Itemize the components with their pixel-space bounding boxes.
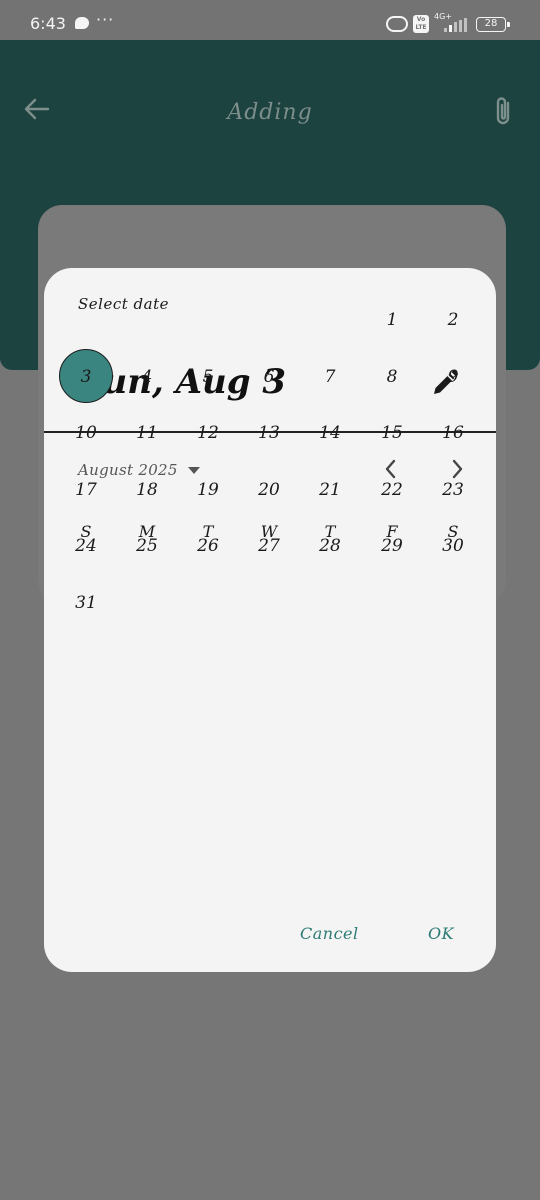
calendar-day-label: 24 xyxy=(75,536,97,556)
calendar-week-row: 3 4 5 6 7 8 9 xyxy=(56,349,484,403)
calendar-day[interactable]: 2 xyxy=(425,300,481,340)
calendar-day-label: 1 xyxy=(386,310,398,330)
calendar-day-label: 19 xyxy=(197,480,219,500)
attach-button[interactable] xyxy=(490,94,516,128)
calendar-day-label: 25 xyxy=(136,536,158,556)
calendar-day[interactable]: 29 xyxy=(364,526,420,566)
calendar-day-label: 9 xyxy=(447,367,459,387)
calendar-day[interactable]: 10 xyxy=(58,413,114,453)
more-notifications-icon: ··· xyxy=(96,10,115,29)
paperclip-icon xyxy=(496,97,510,125)
calendar-day[interactable]: 30 xyxy=(425,526,481,566)
calendar-day-label: 28 xyxy=(319,536,341,556)
calendar-day-label: 12 xyxy=(197,423,219,443)
calendar-day-label: 27 xyxy=(258,536,280,556)
calendar-day[interactable]: 16 xyxy=(425,413,481,453)
calendar-day-label: 26 xyxy=(197,536,219,556)
calendar-day-label: 16 xyxy=(442,423,464,443)
link-icon xyxy=(386,16,408,32)
calendar-day-label: 6 xyxy=(263,367,275,387)
calendar-day-label: 15 xyxy=(381,423,403,443)
calendar-day-label: 23 xyxy=(442,480,464,500)
calendar-day-label: 17 xyxy=(75,480,97,500)
calendar-day-label: 10 xyxy=(75,423,97,443)
volte-icon: Vo LTE xyxy=(413,15,429,33)
calendar-day-label: 29 xyxy=(381,536,403,556)
battery-icon: 28 xyxy=(476,17,510,32)
calendar-day-label: 22 xyxy=(381,480,403,500)
calendar-day[interactable]: 22 xyxy=(364,470,420,510)
calendar-day[interactable]: 4 xyxy=(119,357,175,397)
calendar-day[interactable]: 6 xyxy=(241,357,297,397)
calendar-week-row: 17 18 19 20 21 22 23 xyxy=(56,470,484,510)
calendar-week-row: 24 25 26 27 28 29 30 xyxy=(56,526,484,566)
calendar-day[interactable]: 25 xyxy=(119,526,175,566)
calendar-day[interactable]: 9 xyxy=(425,357,481,397)
calendar-day-label: 3 xyxy=(80,367,92,387)
calendar-day[interactable]: 12 xyxy=(180,413,236,453)
calendar-day[interactable]: 18 xyxy=(119,470,175,510)
ok-button[interactable]: OK xyxy=(428,924,454,943)
calendar-day-label: 21 xyxy=(319,480,341,500)
status-bar: 6:43 ··· Vo LTE 4G+ 28 xyxy=(0,0,540,40)
calendar-day[interactable]: 26 xyxy=(180,526,236,566)
calendar-day-label: 18 xyxy=(136,480,158,500)
page-title: Adding xyxy=(227,100,313,125)
calendar-day[interactable]: 13 xyxy=(241,413,297,453)
calendar-day[interactable]: 28 xyxy=(302,526,358,566)
calendar-day[interactable]: 14 xyxy=(302,413,358,453)
status-time: 6:43 xyxy=(30,14,66,33)
calendar-day[interactable]: 7 xyxy=(302,357,358,397)
chat-bubble-icon xyxy=(75,17,89,29)
calendar-day-label: 31 xyxy=(75,593,97,613)
cancel-button[interactable]: Cancel xyxy=(300,924,359,943)
calendar-day-label: 11 xyxy=(136,423,158,443)
calendar-day[interactable]: 21 xyxy=(302,470,358,510)
calendar-day-label: 14 xyxy=(319,423,341,443)
calendar-day[interactable]: 20 xyxy=(241,470,297,510)
calendar-day-label: 4 xyxy=(141,367,153,387)
calendar-day[interactable]: 24 xyxy=(58,526,114,566)
calendar-day[interactable]: 17 xyxy=(58,470,114,510)
calendar-day-label: 20 xyxy=(258,480,280,500)
signal-icon xyxy=(444,18,468,32)
calendar-day[interactable]: 19 xyxy=(180,470,236,510)
calendar-week-row: 10 11 12 13 14 15 16 xyxy=(56,413,484,453)
calendar-day[interactable]: 11 xyxy=(119,413,175,453)
calendar-day[interactable]: 23 xyxy=(425,470,481,510)
calendar-day-label: 30 xyxy=(442,536,464,556)
calendar-week-row: 12 xyxy=(56,300,484,340)
calendar-day-label: 2 xyxy=(447,310,459,330)
calendar-day[interactable]: 31 xyxy=(58,583,114,623)
calendar-day[interactable]: 15 xyxy=(364,413,420,453)
calendar-day[interactable]: 8 xyxy=(364,357,420,397)
calendar-day-label: 5 xyxy=(202,367,214,387)
calendar-week-row: 31 xyxy=(56,583,484,623)
calendar-day[interactable]: 1 xyxy=(364,300,420,340)
calendar-day-label: 7 xyxy=(324,367,336,387)
calendar-day-label: 13 xyxy=(258,423,280,443)
calendar-day-selected[interactable]: 3 xyxy=(58,349,114,403)
calendar-day-label: 8 xyxy=(386,367,398,387)
calendar-day[interactable]: 27 xyxy=(241,526,297,566)
calendar-day[interactable]: 5 xyxy=(180,357,236,397)
date-picker-dialog: Select date Sun, Aug 3 August 2025 S M T… xyxy=(44,268,496,972)
